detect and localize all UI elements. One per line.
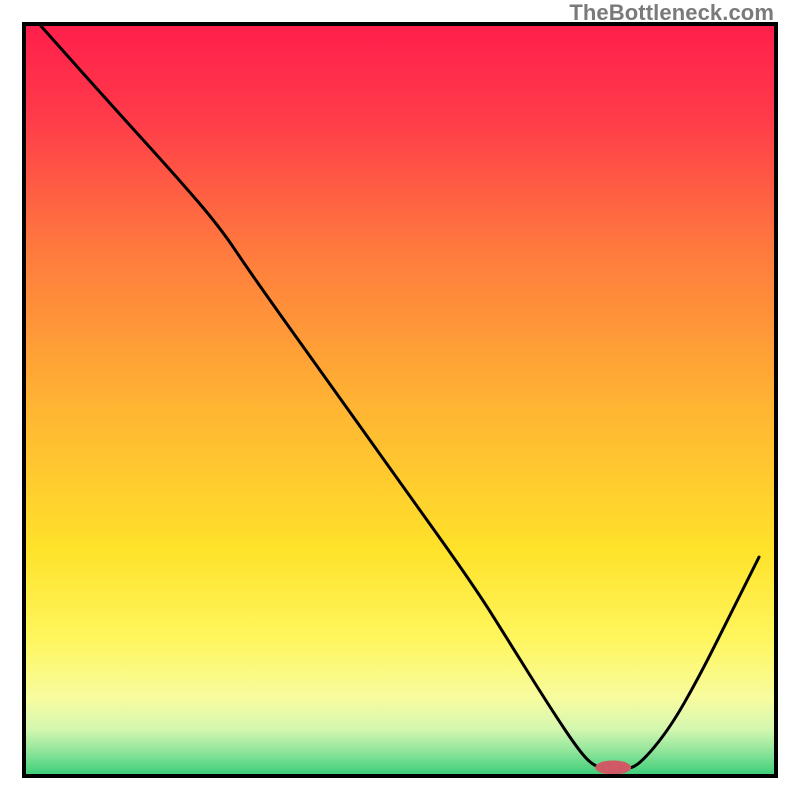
chart-frame	[22, 22, 778, 778]
bottleneck-chart	[26, 26, 774, 774]
gradient-background	[26, 26, 774, 774]
optimal-marker	[595, 761, 631, 774]
